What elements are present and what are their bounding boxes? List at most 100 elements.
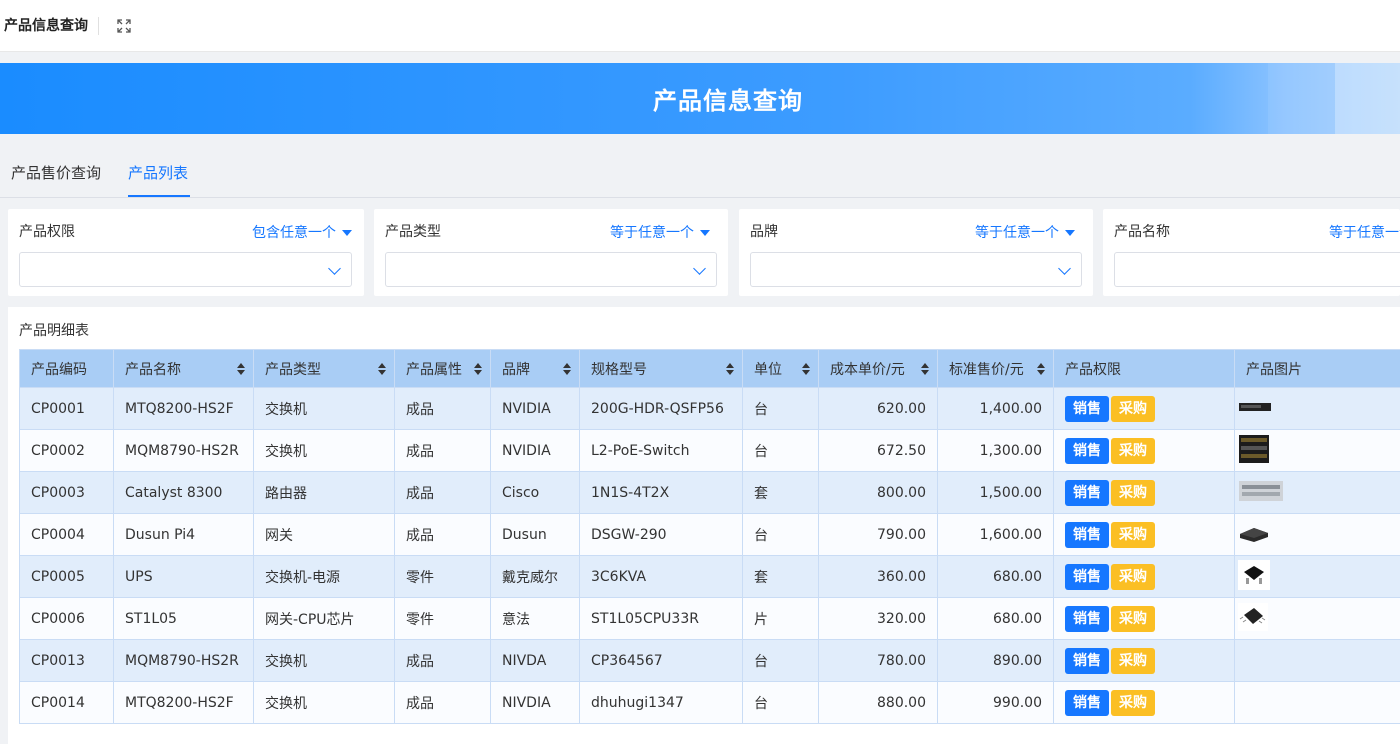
filter-label: 产品权限	[19, 224, 75, 240]
cell-unit: 套	[742, 471, 819, 514]
filter-operator-dropdown[interactable]: 等于任意一个	[1329, 222, 1400, 242]
filter-select[interactable]	[385, 252, 717, 287]
switch-1u-icon[interactable]	[1238, 400, 1397, 418]
cell-price: 680.00	[937, 555, 1054, 598]
page-tab-title[interactable]: 产品信息查询	[0, 16, 99, 35]
sale-button[interactable]: 销售	[1065, 563, 1109, 590]
cell-price: 1,400.00	[937, 387, 1054, 430]
cell-model: 200G-HDR-QSFP56	[579, 387, 743, 430]
tab-product-list[interactable]: 产品列表	[128, 162, 188, 183]
table-row[interactable]: CP0003 Catalyst 8300 路由器 成品 Cisco 1N1S-4T2X 套 8…	[19, 471, 1400, 514]
sale-button[interactable]: 销售	[1065, 479, 1109, 506]
sort-icon[interactable]	[237, 363, 245, 375]
top-bar: 产品信息查询	[0, 0, 1400, 52]
sale-button[interactable]: 销售	[1065, 395, 1109, 422]
sort-icon[interactable]	[921, 363, 929, 375]
sort-icon[interactable]	[726, 363, 734, 375]
cell-unit: 台	[742, 513, 819, 556]
cell-cost: 780.00	[818, 639, 938, 682]
cell-brand: NVIDIA	[490, 429, 580, 472]
cell-price: 1,600.00	[937, 513, 1054, 556]
table-row[interactable]: CP0013 MQM8790-HS2R 交换机 成品 NIVDA CP364567 台 780…	[19, 639, 1400, 682]
cell-permission: 销售 采购	[1053, 597, 1235, 640]
sale-button[interactable]: 销售	[1065, 605, 1109, 632]
purchase-button[interactable]: 采购	[1111, 521, 1155, 548]
cell-image	[1234, 639, 1400, 682]
cell-brand: NVIDIA	[490, 387, 580, 430]
cell-cost: 620.00	[818, 387, 938, 430]
column-header-name[interactable]: 产品名称	[113, 349, 254, 388]
filter-label: 产品名称	[1114, 224, 1170, 240]
purchase-button[interactable]: 采购	[1111, 647, 1155, 674]
column-header-price[interactable]: 标准售价/元	[937, 349, 1054, 388]
cell-unit: 套	[742, 555, 819, 598]
purchase-button[interactable]: 采购	[1111, 479, 1155, 506]
column-header-code[interactable]: 产品编码	[19, 349, 114, 388]
cell-attr: 零件	[394, 597, 491, 640]
cell-type: 网关	[253, 513, 395, 556]
table-row[interactable]: CP0006 ST1L05 网关-CPU芯片 零件 意法 ST1L05CPU33R 片 320…	[19, 597, 1400, 640]
cell-permission: 销售 采购	[1053, 429, 1235, 472]
cell-name: MTQ8200-HS2F	[113, 387, 254, 430]
tab-price-query[interactable]: 产品售价查询	[11, 162, 101, 183]
cpu-chip-icon[interactable]	[1238, 602, 1397, 635]
filter-operator-dropdown[interactable]: 包含任意一个	[252, 222, 352, 242]
cell-image	[1234, 513, 1400, 556]
fullscreen-icon[interactable]	[117, 18, 131, 33]
sort-icon[interactable]	[1037, 363, 1045, 375]
cell-name: MQM8790-HS2R	[113, 639, 254, 682]
cell-cost: 800.00	[818, 471, 938, 514]
sort-icon[interactable]	[378, 363, 386, 375]
column-header-unit[interactable]: 单位	[742, 349, 819, 388]
cell-model: 3C6KVA	[579, 555, 743, 598]
chevron-down-icon	[693, 262, 706, 275]
column-header-attr[interactable]: 产品属性	[394, 349, 491, 388]
filter-select[interactable]	[19, 252, 352, 287]
cell-image	[1234, 597, 1400, 640]
sale-button[interactable]: 销售	[1065, 521, 1109, 548]
sort-icon[interactable]	[474, 363, 482, 375]
cell-type: 交换机	[253, 681, 395, 724]
purchase-button[interactable]: 采购	[1111, 395, 1155, 422]
purchase-button[interactable]: 采购	[1111, 437, 1155, 464]
router-icon[interactable]	[1238, 477, 1397, 509]
filter-select[interactable]	[1114, 252, 1400, 287]
cell-permission: 销售 采购	[1053, 639, 1235, 682]
filter-operator-dropdown[interactable]: 等于任意一个	[610, 222, 710, 242]
purchase-button[interactable]: 采购	[1111, 563, 1155, 590]
purchase-button[interactable]: 采购	[1111, 605, 1155, 632]
cell-price: 890.00	[937, 639, 1054, 682]
table-row[interactable]: CP0004 Dusun Pi4 网关 成品 Dusun DSGW-290 台 790.00 1…	[19, 513, 1400, 556]
filter-label: 产品类型	[385, 224, 441, 240]
cell-cost: 672.50	[818, 429, 938, 472]
column-header-type[interactable]: 产品类型	[253, 349, 395, 388]
filter-operator-dropdown[interactable]: 等于任意一个	[975, 222, 1075, 242]
banner-decoration	[1268, 63, 1335, 134]
purchase-button[interactable]: 采购	[1111, 689, 1155, 716]
sale-button[interactable]: 销售	[1065, 689, 1109, 716]
switch-rack-icon[interactable]	[1238, 434, 1397, 468]
product-table: 产品编码 产品名称 产品类型 产品属性 品牌 规格型号 单位 成本单价/元 标准…	[19, 349, 1400, 724]
caret-down-icon	[700, 230, 710, 236]
table-row[interactable]: CP0014 MTQ8200-HS2F 交换机 成品 NIVDIA dhuhugi1347…	[19, 681, 1400, 724]
table-row[interactable]: CP0005 UPS 交换机-电源 零件 戴克威尔 3C6KVA 套 360.00 680.00…	[19, 555, 1400, 598]
table-row[interactable]: CP0002 MQM8790-HS2R 交换机 成品 NVIDIA L2-PoE-Swit…	[19, 429, 1400, 472]
active-tab-indicator	[128, 195, 190, 197]
sale-button[interactable]: 销售	[1065, 647, 1109, 674]
power-chip-icon[interactable]	[1238, 559, 1397, 594]
sort-icon[interactable]	[802, 363, 810, 375]
column-header-cost[interactable]: 成本单价/元	[818, 349, 938, 388]
cell-permission: 销售 采购	[1053, 555, 1235, 598]
column-header-model[interactable]: 规格型号	[579, 349, 743, 388]
cell-name: Catalyst 8300	[113, 471, 254, 514]
cell-model: L2-PoE-Switch	[579, 429, 743, 472]
sort-icon[interactable]	[563, 363, 571, 375]
cell-code: CP0003	[19, 471, 114, 514]
panel-title: 产品明细表	[19, 323, 89, 339]
sale-button[interactable]: 销售	[1065, 437, 1109, 464]
filter-select[interactable]	[750, 252, 1082, 287]
table-row[interactable]: CP0001 MTQ8200-HS2F 交换机 成品 NVIDIA 200G-HDR-QS…	[19, 387, 1400, 430]
column-header-brand[interactable]: 品牌	[490, 349, 580, 388]
gateway-icon[interactable]	[1238, 522, 1397, 548]
cell-attr: 成品	[394, 513, 491, 556]
